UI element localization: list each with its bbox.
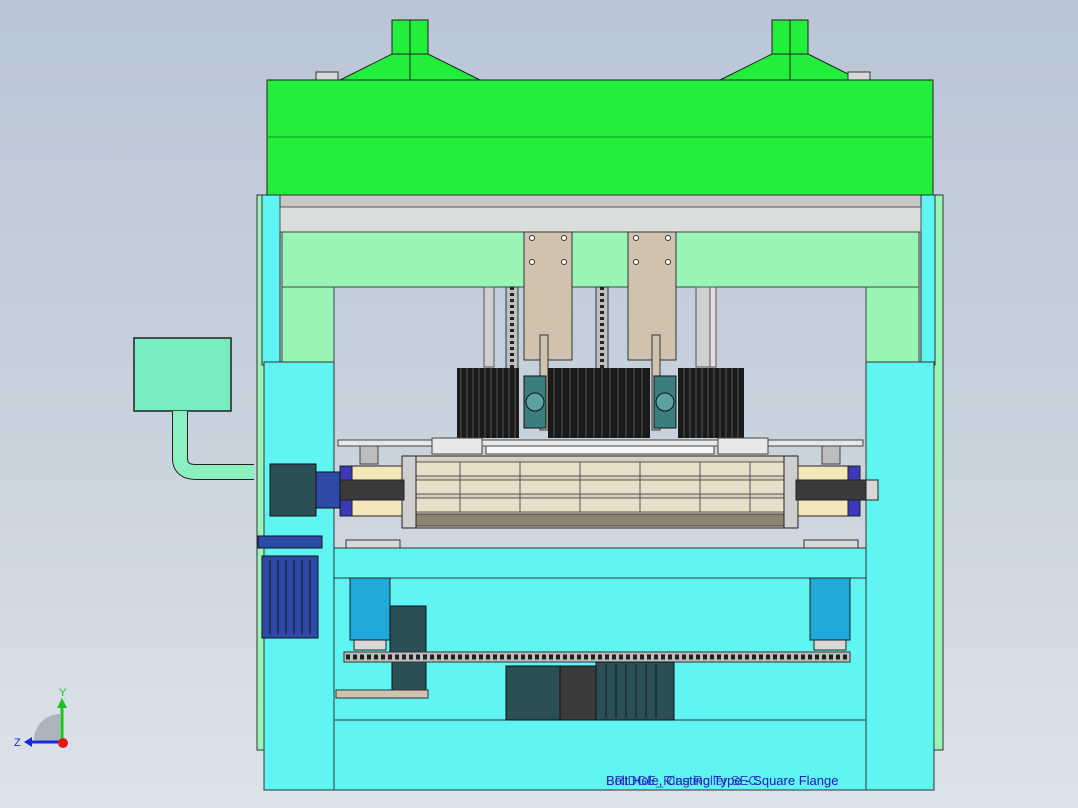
brush-right[interactable] — [678, 368, 744, 438]
cylinder-right[interactable] — [809, 577, 851, 651]
right-hopper[interactable] — [719, 19, 861, 81]
cad-model-view[interactable] — [0, 0, 1078, 808]
z-axis-label: Z — [14, 737, 21, 749]
main-roller[interactable] — [401, 455, 799, 529]
top-cover[interactable] — [266, 79, 934, 196]
cylinder-left[interactable] — [349, 577, 391, 651]
left-bearing — [333, 465, 405, 517]
status-hint: Bolt Hole, Casting Type - Square Flange … — [606, 773, 838, 788]
status-overlap: BRIDGE_Ring Roller SEC — [606, 773, 758, 788]
left-hopper[interactable] — [339, 19, 481, 81]
brush-center[interactable] — [548, 368, 650, 438]
brush-hub-right — [653, 375, 677, 429]
cable-conduit — [172, 411, 254, 480]
y-axis-label: Y — [59, 687, 67, 699]
brush-left[interactable] — [457, 368, 519, 438]
control-box[interactable] — [133, 337, 232, 412]
x-axis-dot — [58, 738, 68, 748]
right-side-guard — [865, 361, 935, 791]
cad-viewport[interactable]: Y Z Bolt Hole, Casting Type - Square Fla… — [0, 0, 1078, 808]
brush-hub-left — [523, 375, 547, 429]
coordinate-triad: Y Z — [12, 684, 76, 754]
drive-chain — [343, 651, 851, 663]
drive-motor-center[interactable] — [505, 661, 675, 721]
